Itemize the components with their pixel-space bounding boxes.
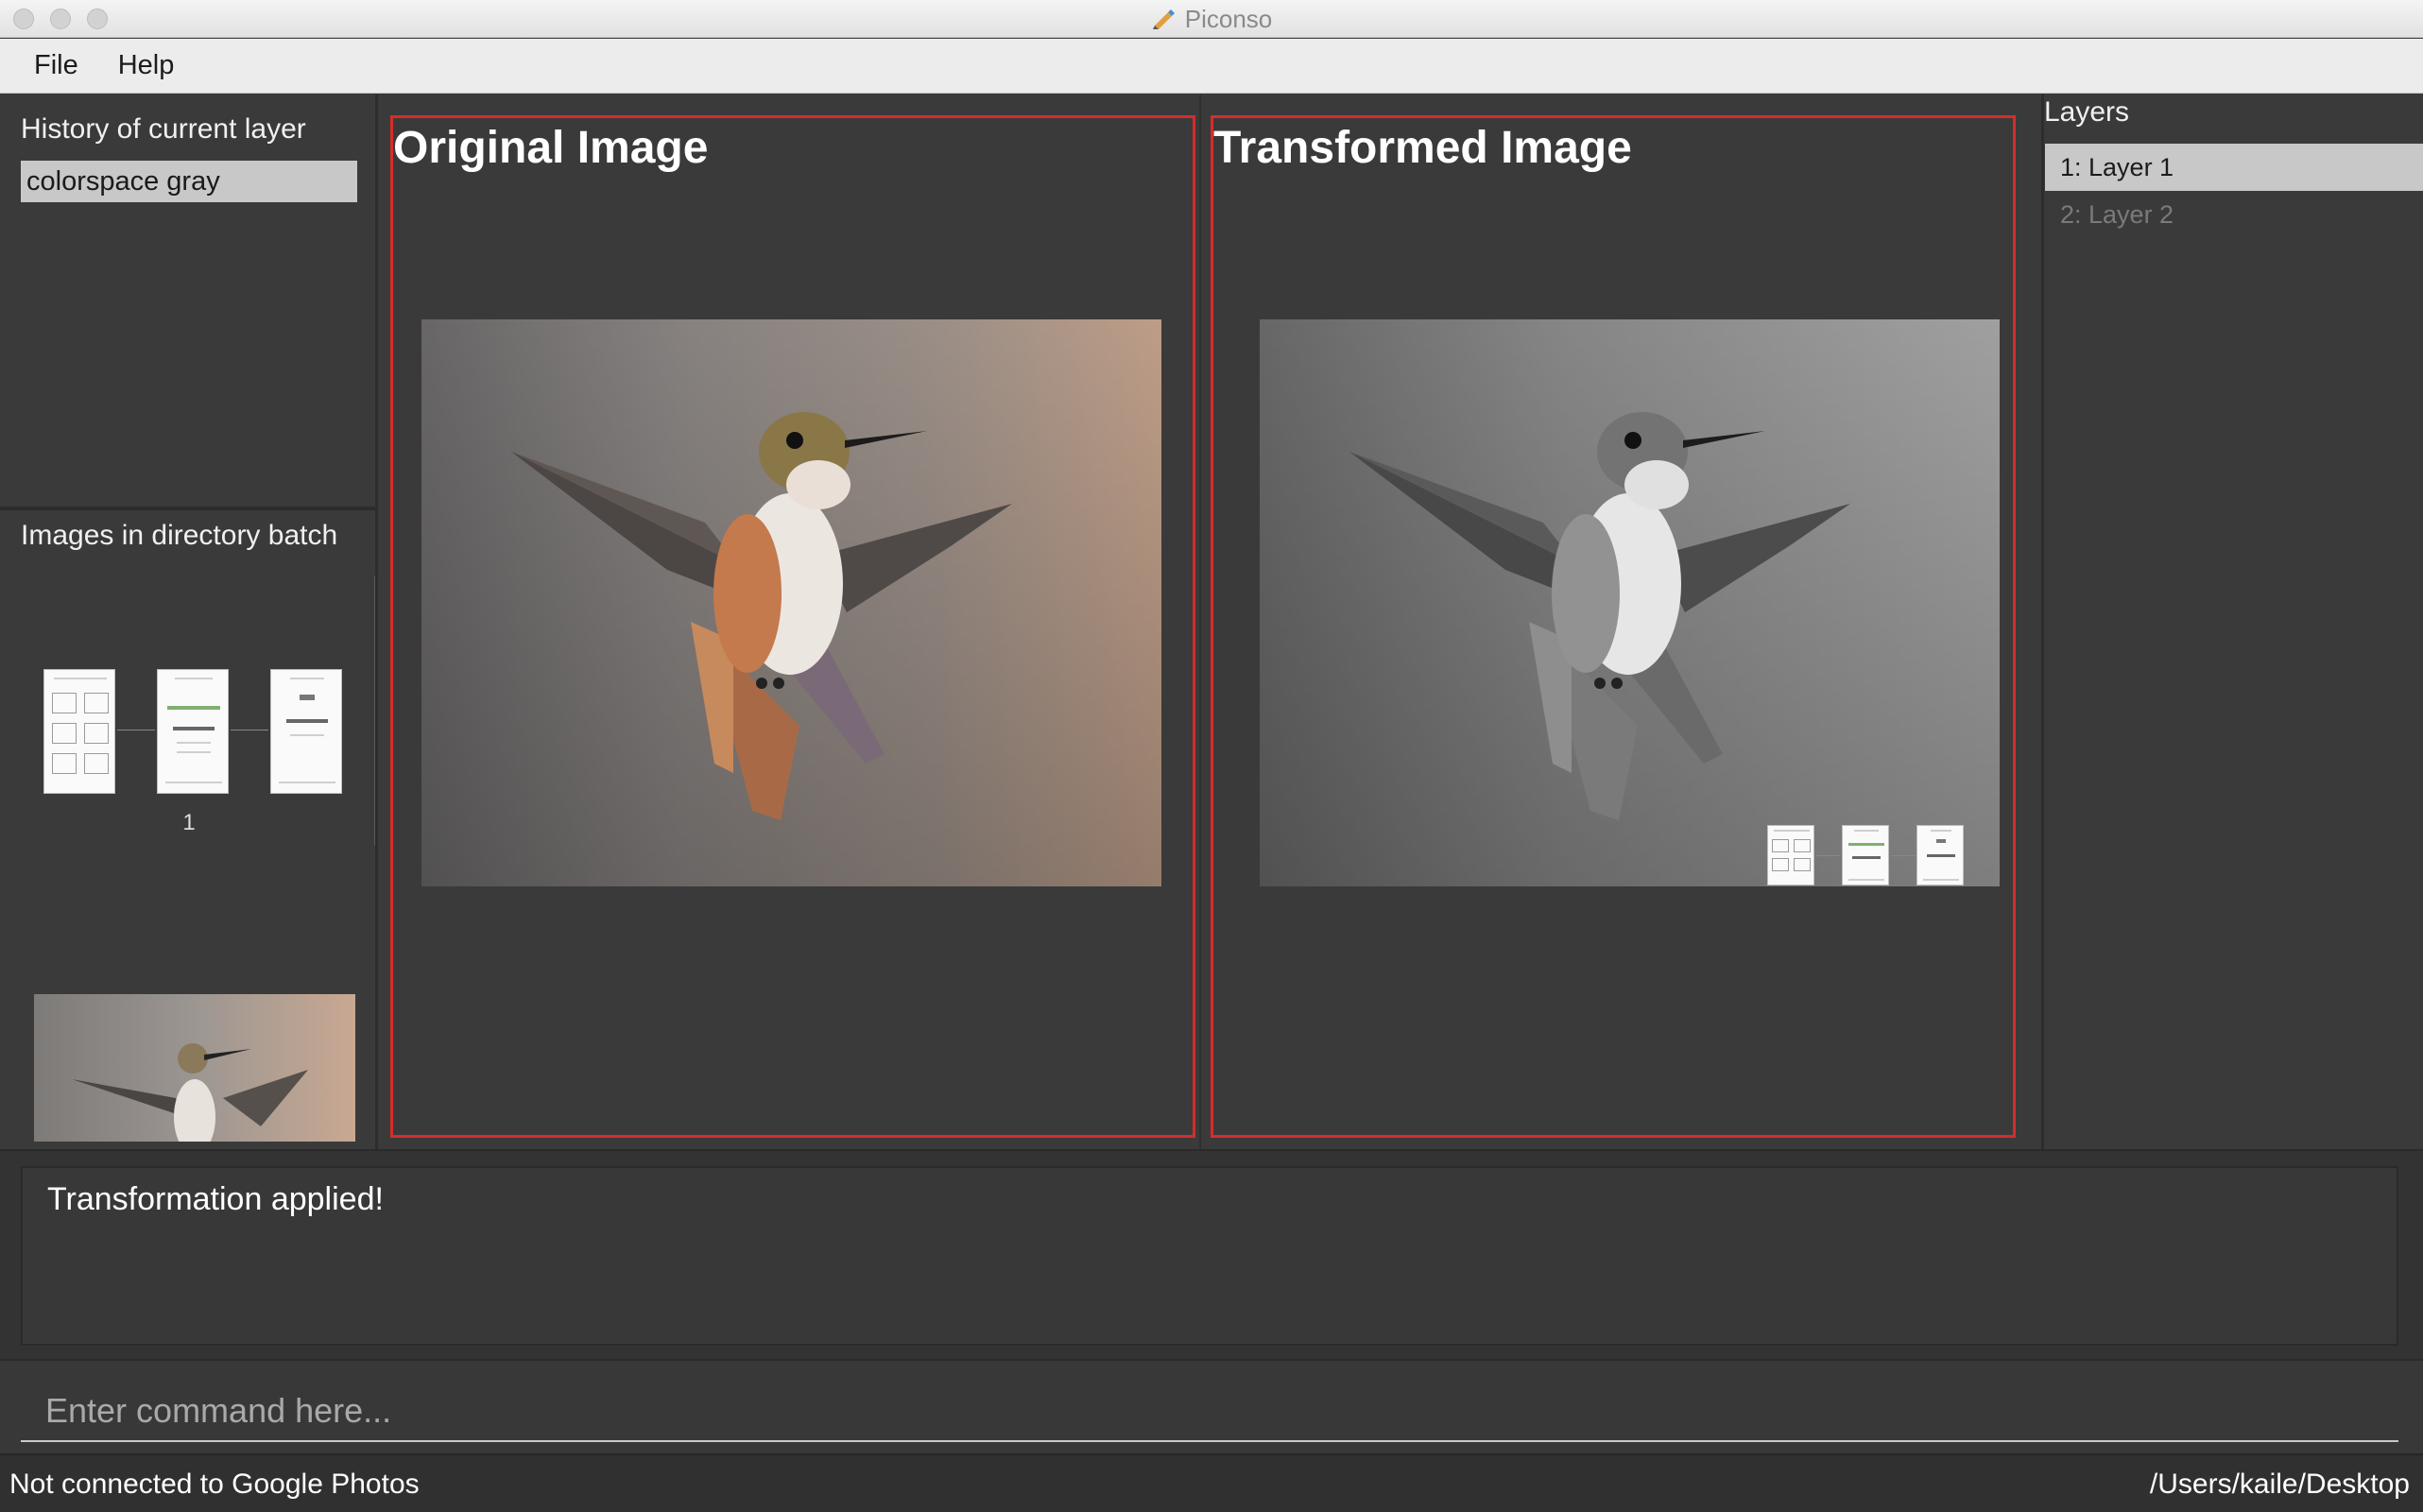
overlay-page <box>1767 825 1814 885</box>
app-icon <box>1151 7 1176 31</box>
batch-thumbnail[interactable] <box>43 669 346 794</box>
title-bar: Piconso <box>0 0 2423 38</box>
console-message: Transformation applied! <box>47 1181 384 1217</box>
transformed-image-title: Transformed Image <box>1213 123 1632 173</box>
transformed-image-panel: Transformed Image <box>1211 115 2016 1138</box>
batch-page-thumbnail <box>270 669 342 794</box>
console-output: Transformation applied! <box>21 1166 2398 1346</box>
left-pane-splitter[interactable] <box>375 94 378 1149</box>
pane-divider[interactable] <box>0 507 378 510</box>
left-pane: History of current layer colorspace gray… <box>0 94 378 1149</box>
menu-help[interactable]: Help <box>118 50 175 81</box>
layers-pane-splitter[interactable] <box>2041 94 2044 1149</box>
current-directory: /Users/kaile/Desktop <box>2149 1469 2410 1500</box>
connection-status: Not connected to Google Photos <box>9 1469 420 1500</box>
layer-preview-thumbnail[interactable] <box>34 994 355 1142</box>
overlay-page <box>1842 825 1889 885</box>
layers-title: Layers <box>2044 96 2130 128</box>
layer-item-2[interactable]: 2: Layer 2 <box>2045 191 2423 238</box>
panel-splitter[interactable] <box>1199 94 1201 1149</box>
batch-title: Images in directory batch <box>21 520 338 551</box>
command-input[interactable] <box>21 1382 2398 1442</box>
original-image[interactable] <box>421 319 1161 886</box>
batch-index-label: 1 <box>182 810 196 835</box>
batch-page-thumbnail <box>43 669 115 794</box>
original-image-title: Original Image <box>393 123 709 173</box>
window-title: Piconso <box>1184 4 1273 33</box>
command-bar <box>0 1359 2423 1453</box>
transformed-image[interactable] <box>1260 319 2000 886</box>
overlay-page <box>1916 825 1964 885</box>
history-item[interactable]: colorspace gray <box>21 161 357 202</box>
history-title: History of current layer <box>21 113 306 145</box>
layer-item-1[interactable]: 1: Layer 1 <box>2045 144 2423 191</box>
overlay-image <box>1767 825 1985 885</box>
menu-file[interactable]: File <box>34 50 78 81</box>
menu-bar: File Help <box>0 39 2423 94</box>
layers-pane: Layers 1: Layer 1 2: Layer 2 <box>2041 94 2423 1149</box>
status-bar: Not connected to Google Photos /Users/ka… <box>0 1453 2423 1512</box>
batch-page-thumbnail <box>157 669 229 794</box>
console-area: Transformation applied! <box>0 1149 2423 1359</box>
original-image-panel: Original Image <box>390 115 1195 1138</box>
